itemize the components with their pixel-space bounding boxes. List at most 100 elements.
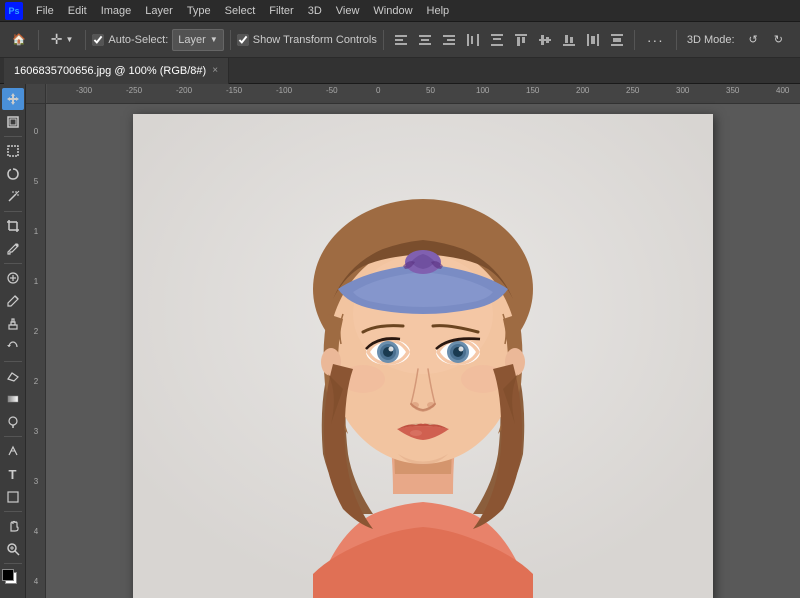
align-top-btn[interactable]	[510, 29, 532, 51]
svg-text:-200: -200	[176, 86, 193, 95]
tool-sep-4	[4, 361, 22, 362]
stamp-tool[interactable]	[2, 313, 24, 335]
svg-text:350: 350	[726, 86, 740, 95]
pen-tool[interactable]	[2, 440, 24, 462]
distribute-icon-2	[490, 33, 504, 47]
svg-text:-100: -100	[276, 86, 293, 95]
svg-text:100: 100	[476, 86, 490, 95]
healing-brush-tool[interactable]	[2, 267, 24, 289]
auto-select-toggle[interactable]: Auto-Select:	[92, 34, 168, 46]
eyedropper-icon	[6, 242, 20, 256]
svg-text:200: 200	[576, 86, 590, 95]
distribute-vspace-btn[interactable]	[606, 29, 628, 51]
magic-wand-tool[interactable]	[2, 186, 24, 208]
menu-3d[interactable]: 3D	[302, 3, 328, 19]
dodge-tool[interactable]	[2, 411, 24, 433]
history-brush-tool[interactable]	[2, 336, 24, 358]
more-options-btn[interactable]: ···	[641, 26, 670, 54]
separator-2	[85, 30, 86, 50]
hand-icon	[6, 519, 20, 533]
distribute-icon-1	[466, 33, 480, 47]
align-bottom-btn[interactable]	[558, 29, 580, 51]
options-toolbar: 🏠 ✛ ▼ Auto-Select: Layer ▼ Show Transfor…	[0, 22, 800, 58]
svg-text:400: 400	[776, 86, 790, 95]
magic-wand-icon	[6, 190, 20, 204]
layer-dropdown[interactable]: Layer ▼	[172, 29, 223, 51]
gradient-tool[interactable]	[2, 388, 24, 410]
show-transform-toggle[interactable]: Show Transform Controls	[237, 34, 377, 46]
layer-label: Layer	[178, 34, 206, 46]
hand-tool[interactable]	[2, 515, 24, 537]
distribute-btn1[interactable]	[462, 29, 484, 51]
menu-help[interactable]: Help	[421, 3, 456, 19]
distribute-vspace-icon	[610, 33, 624, 47]
ruler-top: -300 -250 -200 -150 -100 -50 0 50 100 15…	[46, 84, 800, 104]
align-center-btn[interactable]	[414, 29, 436, 51]
align-left-btn[interactable]	[390, 29, 412, 51]
canvas-area: -300 -250 -200 -150 -100 -50 0 50 100 15…	[26, 84, 800, 598]
more-icon: ···	[647, 32, 664, 48]
align-bottom-icon	[562, 33, 576, 47]
tab-close-btn[interactable]: ×	[212, 66, 218, 76]
crop-tool[interactable]	[2, 215, 24, 237]
rectangular-marquee-tool[interactable]	[2, 140, 24, 162]
artboard-tool[interactable]	[2, 111, 24, 133]
portrait-svg	[133, 114, 713, 598]
align-center-icon	[418, 33, 432, 47]
menu-select[interactable]: Select	[219, 3, 262, 19]
3d-rotate-btn2[interactable]: ↻	[768, 26, 789, 54]
tool-sep-3	[4, 263, 22, 264]
svg-text:-250: -250	[126, 86, 143, 95]
tool-sep-6	[4, 511, 22, 512]
stamp-icon	[6, 317, 20, 331]
menu-filter[interactable]: Filter	[263, 3, 299, 19]
lasso-tool[interactable]	[2, 163, 24, 185]
separator-1	[38, 30, 39, 50]
svg-text:250: 250	[626, 86, 640, 95]
zoom-tool[interactable]	[2, 538, 24, 560]
menu-view[interactable]: View	[330, 3, 366, 19]
home-button[interactable]: 🏠	[6, 26, 32, 54]
distribute-hspace-btn[interactable]	[582, 29, 604, 51]
align-icons-group	[390, 29, 628, 51]
text-tool[interactable]: T	[2, 463, 24, 485]
move-tool-icon	[6, 92, 20, 106]
move-tool[interactable]	[2, 88, 24, 110]
align-vcenter-btn[interactable]	[534, 29, 556, 51]
canvas-image	[133, 114, 713, 598]
menu-layer[interactable]: Layer	[139, 3, 179, 19]
svg-text:50: 50	[426, 86, 435, 95]
image-canvas	[46, 104, 800, 598]
menu-edit[interactable]: Edit	[62, 3, 93, 19]
ruler-left: 0 5 1 1 2 2 3 3 4 4	[26, 104, 46, 598]
image-tab[interactable]: 1606835700656.jpg @ 100% (RGB/8#) ×	[4, 58, 229, 84]
svg-text:4: 4	[34, 527, 39, 536]
menu-image[interactable]: Image	[95, 3, 138, 19]
main-area: T	[0, 84, 800, 598]
eraser-tool[interactable]	[2, 365, 24, 387]
3d-rotate-btn1[interactable]: ↺	[743, 26, 764, 54]
svg-text:5: 5	[34, 177, 39, 186]
tab-bar: 1606835700656.jpg @ 100% (RGB/8#) ×	[0, 58, 800, 84]
eraser-icon	[6, 369, 20, 383]
align-top-icon	[514, 33, 528, 47]
move-icon: ✛	[51, 31, 63, 48]
color-swatches[interactable]	[2, 569, 24, 587]
separator-3	[230, 30, 231, 50]
brush-tool[interactable]	[2, 290, 24, 312]
eyedropper-tool[interactable]	[2, 238, 24, 260]
distribute-hspace-icon	[586, 33, 600, 47]
menu-type[interactable]: Type	[181, 3, 217, 19]
auto-select-checkbox[interactable]	[92, 34, 104, 46]
marquee-rect-icon	[6, 144, 20, 158]
history-brush-icon	[6, 340, 20, 354]
menu-file[interactable]: File	[30, 3, 60, 19]
show-transform-checkbox[interactable]	[237, 34, 249, 46]
3d-rotate-icon1: ↺	[749, 33, 758, 46]
distribute-btn2[interactable]	[486, 29, 508, 51]
ruler-corner	[26, 84, 46, 104]
move-tool-btn[interactable]: ✛ ▼	[45, 26, 80, 54]
align-right-btn[interactable]	[438, 29, 460, 51]
shape-tool[interactable]	[2, 486, 24, 508]
menu-window[interactable]: Window	[367, 3, 418, 19]
